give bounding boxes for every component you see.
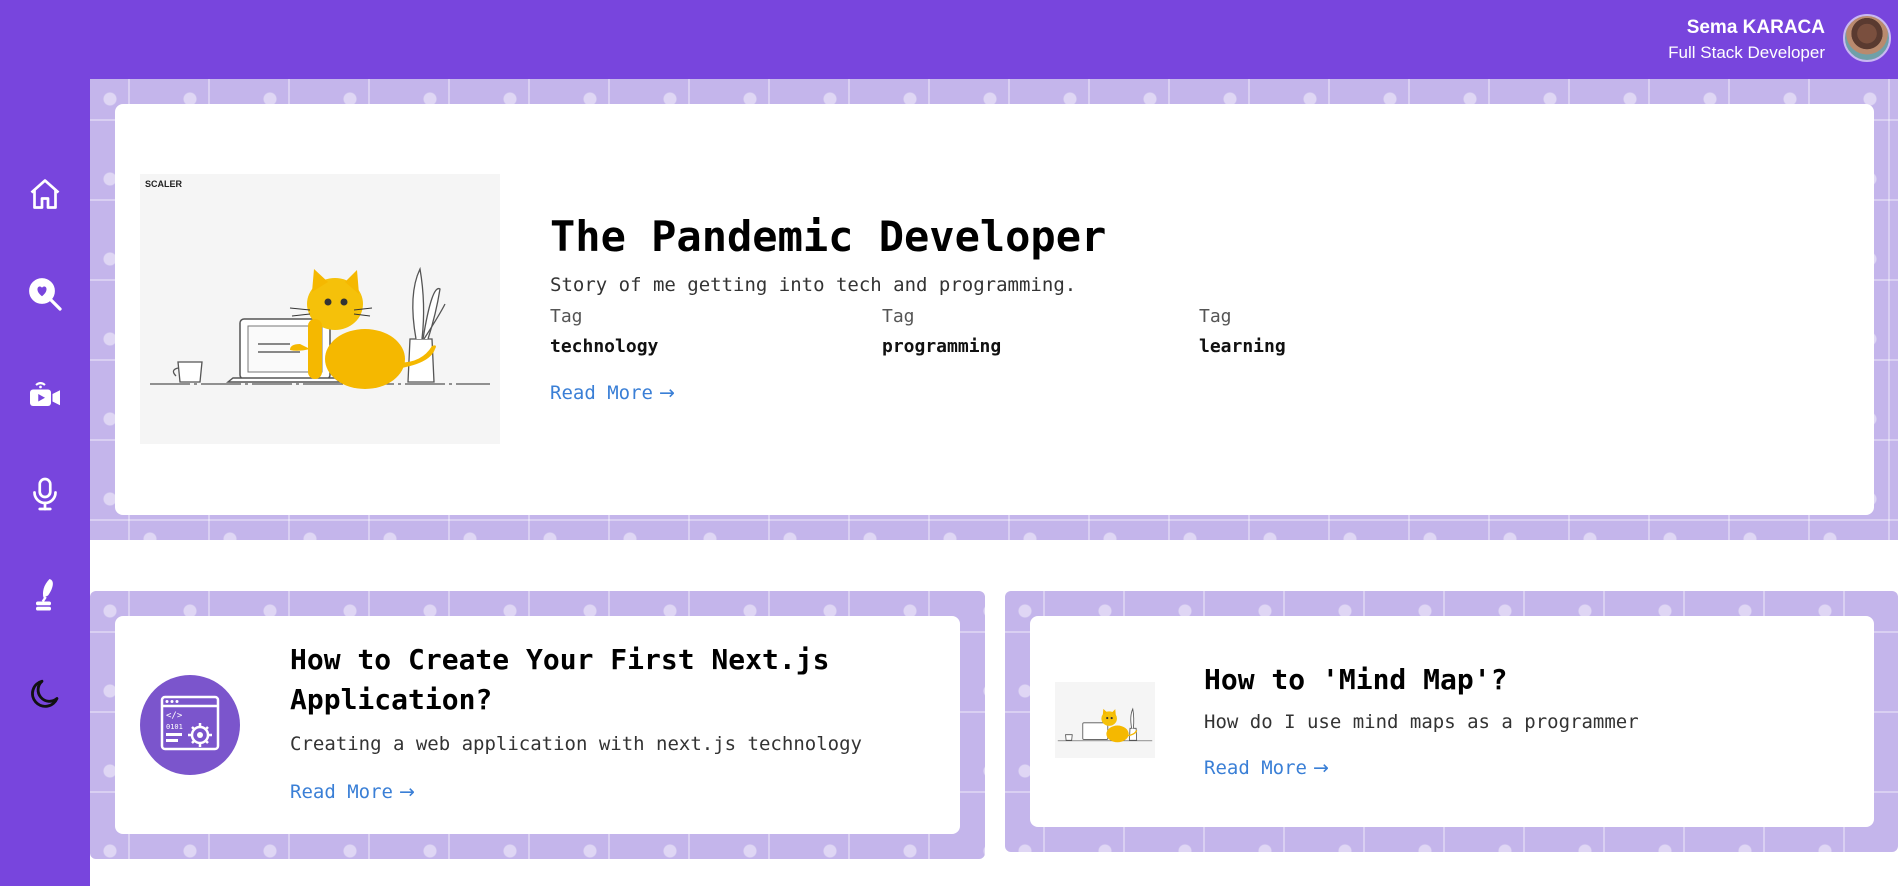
post-card-mind-map[interactable]: How to 'Mind Map'? How do I use mind map…: [1030, 616, 1874, 827]
cat-laptop-illustration: [1057, 707, 1153, 743]
arrow-right-icon: →: [398, 781, 415, 803]
read-more-label: Read More: [290, 781, 393, 803]
post-title[interactable]: How to Create Your First Next.js Applica…: [290, 640, 850, 720]
tag-label: Tag: [550, 306, 583, 327]
avatar[interactable]: [1843, 14, 1891, 62]
read-more-label: Read More: [1204, 757, 1307, 779]
search-heart-icon[interactable]: [26, 275, 64, 313]
nextjs-thumbnail: </> 0101: [140, 675, 240, 775]
post-description: Creating a web application with next.js …: [290, 733, 862, 755]
featured-post-card[interactable]: SCALER The Pandemic Developer Story of m…: [115, 104, 1874, 515]
featured-thumbnail: SCALER: [140, 174, 500, 444]
sidebar: [0, 79, 90, 886]
user-role: Full Stack Developer: [1668, 43, 1825, 62]
quill-pen-icon[interactable]: [26, 575, 64, 613]
user-name: Sema KARACA: [1686, 17, 1825, 38]
video-camera-icon[interactable]: [26, 375, 64, 413]
tag-learning[interactable]: learning: [1199, 336, 1286, 357]
cat-laptop-illustration: [150, 266, 490, 389]
svg-text:0101: 0101: [166, 723, 183, 731]
post-read-more-link[interactable]: Read More →: [290, 781, 415, 803]
post-description: How do I use mind maps as a programmer: [1204, 711, 1639, 733]
tag-label: Tag: [882, 306, 915, 327]
post-card-nextjs[interactable]: </> 0101 How to Create Your First Next.j…: [115, 616, 960, 834]
post-title[interactable]: How to 'Mind Map'?: [1204, 660, 1507, 700]
arrow-right-icon: →: [658, 382, 675, 404]
top-bar: Sema KARACA Full Stack Developer: [0, 0, 1898, 79]
arrow-right-icon: →: [1312, 757, 1329, 779]
tag-label: Tag: [1199, 306, 1232, 327]
code-window-icon: </> 0101: [160, 695, 220, 751]
user-info[interactable]: Sema KARACA Full Stack Developer: [1668, 16, 1825, 66]
tag-programming[interactable]: programming: [882, 336, 1001, 357]
featured-title[interactable]: The Pandemic Developer: [550, 212, 1106, 261]
post-read-more-link[interactable]: Read More →: [1204, 757, 1329, 779]
mind-map-thumbnail: [1055, 682, 1155, 758]
moon-icon[interactable]: [26, 675, 64, 713]
home-icon[interactable]: [26, 175, 64, 213]
tag-technology[interactable]: technology: [550, 336, 658, 357]
read-more-label: Read More: [550, 382, 653, 404]
microphone-icon[interactable]: [26, 475, 64, 513]
featured-read-more-link[interactable]: Read More →: [550, 382, 675, 404]
svg-text:</>: </>: [166, 711, 183, 721]
featured-description: Story of me getting into tech and progra…: [550, 274, 1077, 296]
